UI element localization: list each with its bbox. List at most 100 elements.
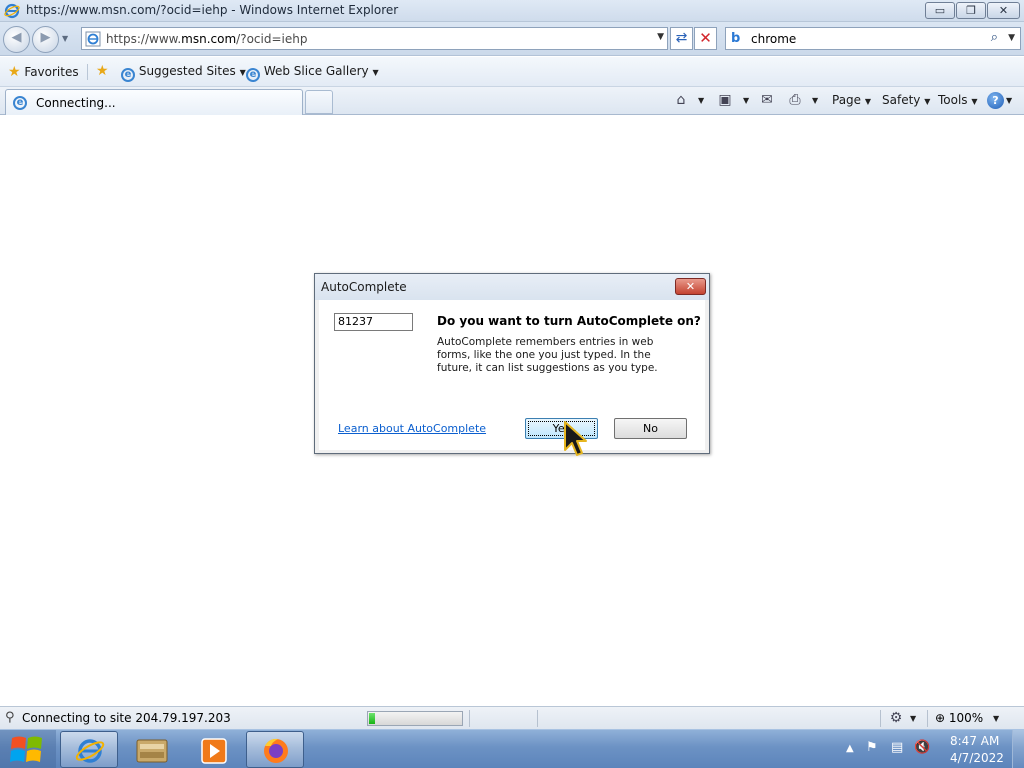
safety-menu-label: Safety [882,93,921,107]
status-separator [537,710,538,727]
restore-button[interactable]: ❐ [956,2,986,19]
internet-explorer-icon [75,739,105,763]
tab-current[interactable]: e Connecting... [5,89,303,115]
tools-menu[interactable]: Tools ▼ [938,93,978,107]
search-input[interactable]: chrome [751,32,796,46]
clock-date[interactable]: 4/7/2022 [950,751,1004,765]
url-domain: msn.com [181,32,237,46]
favorites-button[interactable]: ★ Favorites [8,64,79,80]
learn-about-autocomplete-link[interactable]: Learn about AutoComplete [338,422,486,435]
favorites-bar: ★ Favorites ★ e Suggested Sites ▼ e Web … [0,57,1024,87]
tab-ie-icon: e [13,96,27,110]
loading-progress-bar [367,711,463,726]
dialog-title: AutoComplete [321,280,407,294]
chevron-down-icon: ▼ [971,97,978,106]
tab-label: Connecting... [36,96,116,110]
web-slice-gallery-link[interactable]: e Web Slice Gallery ▼ [246,64,379,82]
refresh-button[interactable]: ⇄ [670,27,693,50]
page-ie-icon [85,31,101,47]
favorites-separator [87,64,88,80]
restore-icon: ❐ [966,4,976,17]
chevron-down-icon: ▼ [372,68,379,77]
internet-explorer-icon [4,3,20,19]
autocomplete-sample-field: 81237 [334,313,413,331]
minimize-button[interactable]: ▭ [925,2,955,19]
zoom-value: 100% [948,711,984,725]
chevron-down-icon: ▼ [239,68,246,77]
tab-command-bar: e Connecting... ⌂ ▼ ▣ ▼ ✉ ⎙ ▼ Page ▼ Saf… [0,87,1024,115]
dialog-description: AutoComplete remembers entries in web fo… [437,336,658,374]
no-label: No [643,422,658,435]
stop-button[interactable]: ✕ [694,27,717,50]
add-favorite-icon: ★ [96,63,109,79]
print-icon[interactable]: ⎙ [786,92,804,108]
status-bar: ⚲ Connecting to site 204.79.197.203 ⚙ ▼ … [0,706,1024,729]
window-title: https://www.msn.com/?ocid=iehp - Windows… [26,3,399,17]
safety-menu[interactable]: Safety ▼ [882,93,930,107]
minimize-icon: ▭ [934,4,946,17]
mouse-pointer-icon [564,421,587,456]
close-icon: ✕ [685,280,696,293]
no-button[interactable]: No [614,418,687,439]
bing-icon: b [731,31,741,46]
suggested-sites-label: Suggested Sites [138,64,236,78]
navigation-bar: ◀ ▶ ▼ https://www.msn.com/?ocid=iehp ▼ ⇄… [0,22,1024,56]
read-mail-icon[interactable]: ✉ [758,92,776,108]
forward-button[interactable]: ▶ [32,26,59,53]
add-to-favorites-bar-button[interactable]: ★ [96,63,109,79]
status-text: Connecting to site 204.79.197.203 [22,711,231,725]
show-hidden-icons-icon[interactable]: ▲ [846,743,854,754]
status-separator [880,710,881,727]
start-button[interactable] [0,730,56,768]
action-center-flag-icon[interactable]: ⚑ [866,740,878,755]
search-box[interactable]: b chrome ⌕ ▼ [725,27,1021,50]
zoom-icon: ⊕ [935,711,946,725]
home-dropdown-icon[interactable]: ▼ [698,96,704,105]
dialog-title-bar: AutoComplete ✕ [315,274,709,300]
url-text: https://www.msn.com/?ocid=iehp [106,32,307,46]
web-slice-gallery-label: Web Slice Gallery [263,64,369,78]
clock-time[interactable]: 8:47 AM [950,734,999,748]
help-dropdown-icon[interactable]: ▼ [1006,96,1012,105]
help-icon[interactable]: ? [987,92,1004,109]
favorites-label: Favorites [24,65,79,79]
protected-mode-icon[interactable]: ⚙ [887,710,905,726]
dialog-close-button[interactable]: ✕ [675,278,706,295]
home-icon[interactable]: ⌂ [672,92,690,108]
taskbar-file-manager[interactable] [122,731,180,768]
status-separator [469,710,470,727]
address-dropdown-icon[interactable]: ▼ [657,32,664,42]
taskbar-firefox[interactable] [246,731,304,768]
chevron-down-icon: ▼ [864,97,872,106]
url-prefix: https://www. [106,32,182,46]
feeds-dropdown-icon[interactable]: ▼ [743,96,749,105]
back-arrow-icon: ◀ [11,30,22,45]
status-separator [927,710,928,727]
network-icon[interactable]: ▤ [891,740,903,755]
taskbar-internet-explorer[interactable] [60,731,118,768]
back-button[interactable]: ◀ [3,26,30,53]
close-window-button[interactable]: ✕ [987,2,1020,19]
feeds-icon[interactable]: ▣ [716,92,734,108]
taskbar-media-player[interactable] [184,731,242,768]
volume-muted-icon[interactable]: 🔇 [914,740,930,755]
search-options-dropdown-icon[interactable]: ▼ [1008,33,1015,43]
suggested-sites-link[interactable]: e Suggested Sites ▼ [121,64,246,82]
page-menu[interactable]: Page ▼ [832,93,871,107]
protected-mode-dropdown-icon[interactable]: ▼ [910,714,916,723]
dialog-heading: Do you want to turn AutoComplete on? [437,314,701,328]
address-bar[interactable]: https://www.msn.com/?ocid=iehp ▼ [81,27,668,50]
recent-pages-dropdown-icon[interactable]: ▼ [62,34,68,43]
forward-arrow-icon: ▶ [40,30,51,45]
tools-menu-label: Tools [938,93,968,107]
firefox-icon [264,738,288,763]
zoom-level[interactable]: ⊕ 100% [935,711,983,725]
print-dropdown-icon[interactable]: ▼ [812,96,818,105]
show-desktop-button[interactable] [1012,730,1024,768]
title-bar: https://www.msn.com/?ocid=iehp - Windows… [0,0,1024,22]
zoom-dropdown-icon[interactable]: ▼ [993,714,999,723]
stop-icon: ✕ [699,29,712,47]
favorites-star-icon: ★ [8,64,21,80]
new-tab-button[interactable] [305,90,333,114]
search-icon[interactable]: ⌕ [991,30,998,45]
